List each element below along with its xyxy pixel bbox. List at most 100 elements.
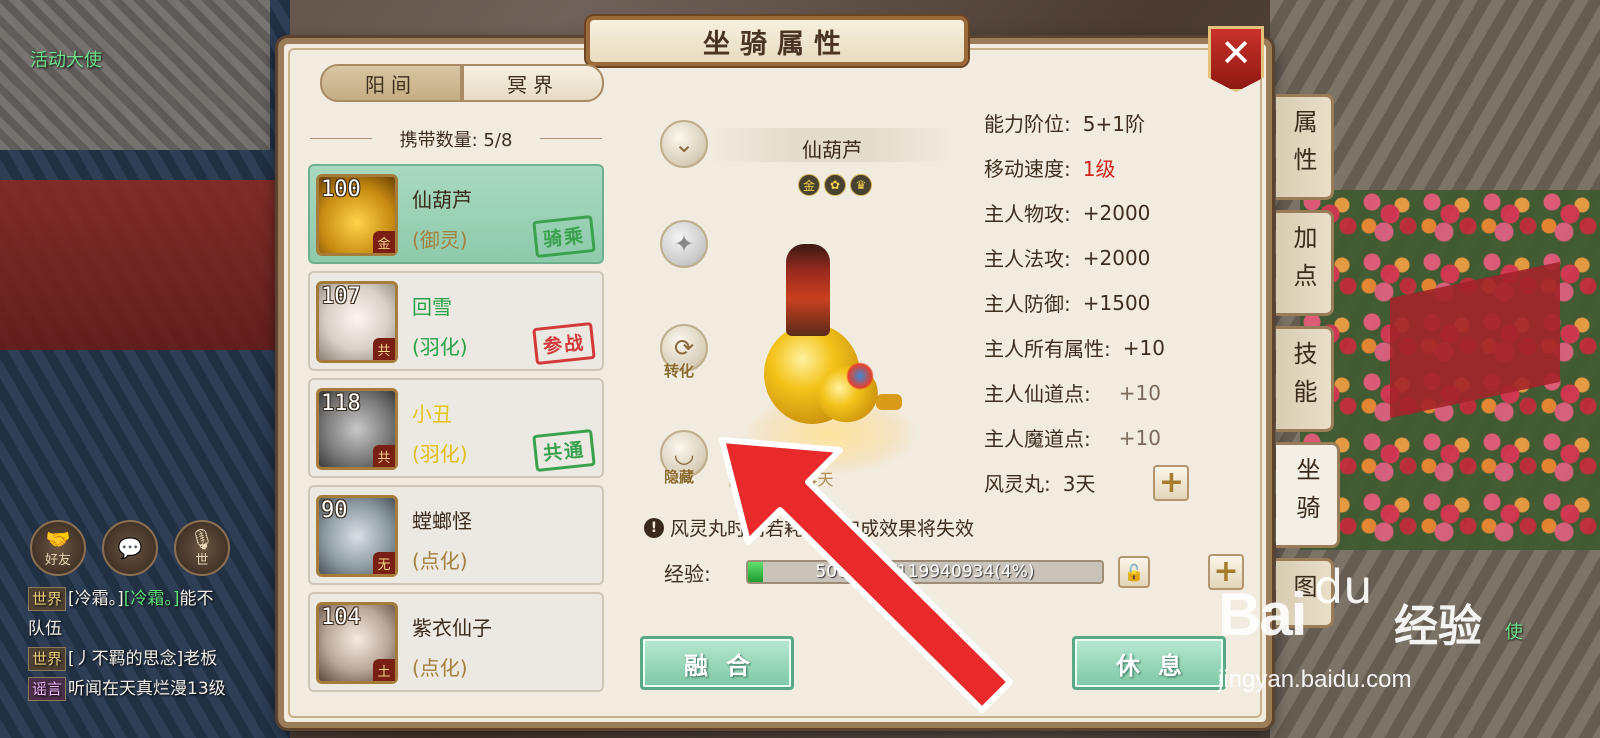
friends-button[interactable]: 🤝 好友 <box>30 520 86 576</box>
preview-mount-name: 仙葫芦 <box>802 138 862 162</box>
stat-value: +2000 <box>1082 200 1151 225</box>
handshake-icon: 🤝 <box>45 526 71 551</box>
element-badge: 无 <box>373 552 395 574</box>
watermark-brand: 经验 <box>1394 601 1482 652</box>
unlock-icon: 🔓 <box>1124 562 1144 582</box>
chat-line: 世界 [丿不羁的思念]老板 <box>28 644 288 674</box>
chevron-down-icon: ⌄ <box>673 130 695 158</box>
stat-row: 主人防御: +1500 <box>984 280 1232 325</box>
collapse-button[interactable]: ⌄ <box>660 120 708 168</box>
trade-restriction: 限制交易 14天 <box>728 470 834 489</box>
chat-sender[interactable]: [冷霜。] <box>68 589 124 609</box>
channel-tag: 世界 <box>28 587 67 611</box>
capacity-label: 携带数量: <box>399 130 478 151</box>
gold-badge-icon: 金 <box>798 174 820 196</box>
mount-type: (点化) <box>412 549 468 573</box>
stat-row: 风灵丸: 3天 + <box>984 460 1232 505</box>
attribute-list: 能力阶位: 5+1阶 移动速度: 1级 主人物攻: +2000 主人法攻: +2… <box>984 100 1232 505</box>
stat-row: 主人仙道点: +10 <box>984 370 1232 415</box>
stat-row: 移动速度: 1级 <box>984 145 1232 190</box>
stat-label: 主人防御: <box>984 292 1071 316</box>
lock-experience-button[interactable]: 🔓 <box>1118 556 1150 588</box>
tab-skills[interactable]: 技能 <box>1276 326 1334 432</box>
element-badge: 金 <box>373 231 395 253</box>
tab-yangjian[interactable]: 阳间 <box>320 64 462 102</box>
mount-badges: 金 ✿ ♛ <box>798 174 872 196</box>
ghost-icon: ✦ <box>673 230 695 258</box>
mount-name: 紫衣仙子 <box>412 616 492 640</box>
mount-portrait: 100 金 <box>316 174 398 256</box>
mount-level: 100 <box>321 177 361 202</box>
voice-button[interactable]: 🎙 世 <box>174 520 230 576</box>
merge-button[interactable]: 融合 <box>640 636 794 690</box>
chat-sender-2[interactable]: [冷霜。] <box>124 589 180 609</box>
mount-level: 104 <box>321 605 361 630</box>
close-button[interactable]: ✕ <box>1208 26 1264 92</box>
stat-value: 3天 <box>1062 472 1096 496</box>
list-item[interactable]: 90 无 螳螂怪 (点化) <box>308 485 604 585</box>
friends-label: 好友 <box>44 552 71 568</box>
mount-name: 螳螂怪 <box>412 509 472 533</box>
tab-mount[interactable]: 坐骑 <box>1276 442 1340 548</box>
chat-text: 听闻在天真烂漫13级 <box>68 679 226 699</box>
dialog-title: 坐骑属性 <box>586 16 968 66</box>
add-wind-pill-button[interactable]: + <box>1153 464 1190 501</box>
watermark-logo: Bai <box>1218 581 1307 648</box>
stat-label: 主人魔道点: <box>984 427 1091 451</box>
status-stamp: 共通 <box>532 428 596 473</box>
baidu-jingyan-watermark: Bai du 经验 jingyan.baidu.com <box>1218 560 1518 710</box>
chat-line: 谣言 听闻在天真烂漫13级 <box>28 674 288 704</box>
mount-name: 仙葫芦 <box>412 188 472 212</box>
mount-portrait: 104 土 <box>316 602 398 684</box>
chat-line: 世界 [冷霜。][冷霜。]能不 <box>28 584 288 614</box>
stat-row: 主人魔道点: +10 <box>984 415 1232 460</box>
chat-bubble-icon: 💬 <box>117 536 143 560</box>
mount-type: (点化) <box>412 656 468 680</box>
transform-icon: ⟳ <box>673 334 695 362</box>
list-item[interactable]: 100 金 仙葫芦 (御灵) 骑乘 <box>308 164 604 264</box>
experience-row: 经验: 5068952/119940934(4%) 🔓 + <box>664 554 1244 590</box>
tab-attributes[interactable]: 属性 <box>1276 94 1334 200</box>
chat-log[interactable]: 世界 [冷霜。][冷霜。]能不 队伍 世界 [丿不羁的思念]老板 谣言 听闻在天真烂漫… <box>28 584 288 704</box>
mount-type: (羽化) <box>412 335 468 359</box>
element-badge: 土 <box>373 659 395 681</box>
rest-button[interactable]: 休息 <box>1072 636 1226 690</box>
list-item[interactable]: 104 土 紫衣仙子 (点化) <box>308 592 604 692</box>
carry-capacity: 携带数量: 5/8 <box>300 126 612 152</box>
appearance-button[interactable]: ✦ <box>660 220 708 268</box>
mount-level: 90 <box>321 498 348 523</box>
mount-portrait: 90 无 <box>316 495 398 577</box>
capacity-value: 5/8 <box>483 130 513 151</box>
chat-text: 能不 <box>179 589 214 609</box>
eye-closed-icon: ◡ <box>673 440 695 468</box>
stat-label: 主人仙道点: <box>984 382 1091 406</box>
mount-portrait: 107 共 <box>316 281 398 363</box>
mount-preview: ⌄ ✦ ⟳ 转化 ◡ 隐藏 仙葫芦 金 ✿ ♛ 限制交易 14天 <box>622 64 958 524</box>
mount-list[interactable]: 100 金 仙葫芦 (御灵) 骑乘 107 共 回雪 (羽化) 参战 118 共… <box>308 164 604 699</box>
chat-sender[interactable]: [丿不羁的思念] <box>68 649 183 669</box>
channel-tag: 世界 <box>28 647 67 671</box>
status-stamp: 参战 <box>532 321 596 366</box>
tab-mingjie[interactable]: 冥界 <box>462 64 604 102</box>
npc-name-label[interactable]: 活动大使 <box>30 46 102 72</box>
experience-text: 5068952/119940934(4%) <box>815 562 1035 582</box>
mount-3d-model[interactable] <box>736 244 936 504</box>
tab-points[interactable]: 加点 <box>1276 210 1334 316</box>
microphone-icon: 🎙 <box>189 526 215 551</box>
channel-tag: 谣言 <box>28 677 67 701</box>
mount-name: 回雪 <box>412 295 452 319</box>
experience-label: 经验: <box>664 561 711 586</box>
chat-shortcut-bar: 🤝 好友 💬 🎙 世 <box>30 520 230 576</box>
status-stamp: 骑乘 <box>532 214 596 259</box>
list-item[interactable]: 107 共 回雪 (羽化) 参战 <box>308 271 604 371</box>
mount-portrait: 118 共 <box>316 388 398 470</box>
chat-button[interactable]: 💬 <box>102 520 158 576</box>
mount-name: 小丑 <box>412 402 452 426</box>
stat-row: 主人所有属性: +10 <box>984 325 1232 370</box>
stat-row: 主人物攻: +2000 <box>984 190 1232 235</box>
mount-level: 107 <box>321 284 361 309</box>
stat-label: 主人所有属性: <box>984 337 1111 361</box>
stat-row: 能力阶位: 5+1阶 <box>984 100 1232 145</box>
realm-tabs: 阳间 冥界 <box>320 64 604 102</box>
list-item[interactable]: 118 共 小丑 (羽化) 共通 <box>308 378 604 478</box>
